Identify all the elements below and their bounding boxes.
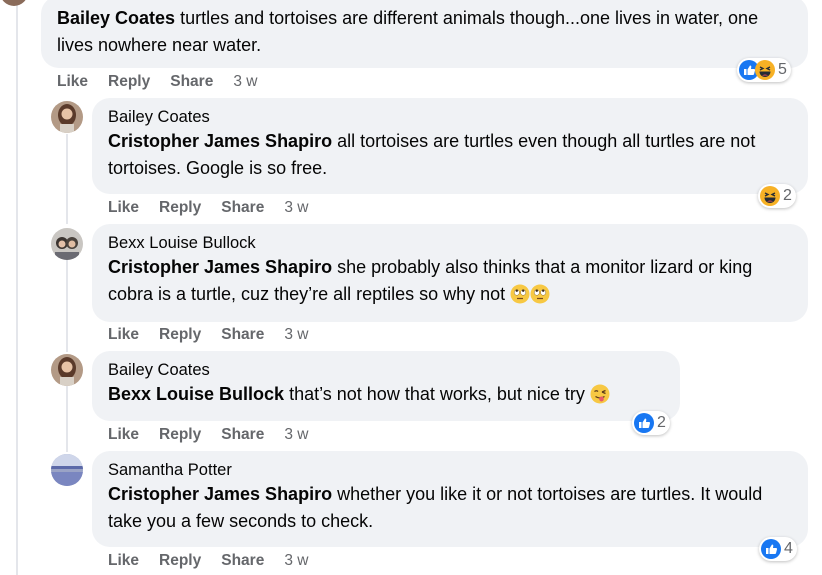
like-button[interactable]: Like bbox=[57, 73, 88, 91]
reaction-summary[interactable]: 4 bbox=[759, 537, 797, 561]
reaction-summary[interactable]: 2 bbox=[632, 411, 670, 435]
comment-timestamp[interactable]: 3 w bbox=[284, 326, 308, 344]
comment-actions: Like Reply Share 3 w bbox=[108, 426, 308, 444]
avatar[interactable] bbox=[51, 228, 83, 260]
comment-text: Bexx Louise Bullock that’s not how that … bbox=[108, 381, 668, 408]
mention-link[interactable]: Cristopher James Shapiro bbox=[108, 131, 332, 151]
reaction-count: 2 bbox=[783, 187, 792, 204]
comment-actions: Like Reply Share 3 w bbox=[108, 199, 308, 217]
haha-icon bbox=[760, 186, 780, 206]
comment-author[interactable]: Bailey Coates bbox=[108, 359, 668, 381]
comment-author[interactable]: Bailey Coates bbox=[57, 8, 175, 28]
comment-bubble: Bailey Coates turtles and tortoises are … bbox=[41, 0, 808, 68]
reply-button[interactable]: Reply bbox=[159, 199, 201, 217]
reaction-summary[interactable]: 5 bbox=[737, 58, 791, 82]
winking-tongue-emoji bbox=[590, 384, 610, 404]
comment-text: Bailey Coates turtles and tortoises are … bbox=[57, 5, 796, 59]
like-button[interactable]: Like bbox=[108, 552, 139, 570]
reply-button[interactable]: Reply bbox=[159, 552, 201, 570]
comment-bubble: Bailey Coates Cristopher James Shapiro a… bbox=[92, 98, 808, 194]
share-button[interactable]: Share bbox=[221, 552, 264, 570]
avatar[interactable] bbox=[51, 354, 83, 386]
comment-author[interactable]: Samantha Potter bbox=[108, 459, 796, 481]
thread-line-reply bbox=[66, 386, 68, 452]
reaction-summary[interactable]: 2 bbox=[758, 184, 796, 208]
like-icon bbox=[634, 413, 654, 433]
like-button[interactable]: Like bbox=[108, 426, 139, 444]
comment-timestamp[interactable]: 3 w bbox=[284, 552, 308, 570]
rolling-eyes-emoji bbox=[510, 284, 530, 304]
thread-line bbox=[16, 0, 18, 575]
comment-actions: Like Reply Share 3 w bbox=[108, 326, 308, 344]
like-button[interactable]: Like bbox=[108, 199, 139, 217]
thread-line-reply bbox=[66, 134, 68, 224]
rolling-eyes-emoji bbox=[530, 284, 550, 304]
reaction-count: 5 bbox=[778, 61, 787, 78]
share-button[interactable]: Share bbox=[221, 199, 264, 217]
reply-button[interactable]: Reply bbox=[159, 426, 201, 444]
thread-line-reply bbox=[66, 260, 68, 352]
mention-link[interactable]: Cristopher James Shapiro bbox=[108, 484, 332, 504]
mention-link[interactable]: Cristopher James Shapiro bbox=[108, 257, 332, 277]
avatar[interactable] bbox=[0, 0, 28, 6]
comment-bubble: Samantha Potter Cristopher James Shapiro… bbox=[92, 451, 808, 547]
reply-button[interactable]: Reply bbox=[159, 326, 201, 344]
comment-bubble: Bailey Coates Bexx Louise Bullock that’s… bbox=[92, 351, 680, 421]
reaction-count: 4 bbox=[784, 540, 793, 557]
comment-actions: Like Reply Share 3 w bbox=[108, 552, 308, 570]
comment-text: Cristopher James Shapiro she probably al… bbox=[108, 254, 796, 308]
share-button[interactable]: Share bbox=[170, 73, 213, 91]
comment-author[interactable]: Bailey Coates bbox=[108, 106, 796, 128]
avatar[interactable] bbox=[51, 101, 83, 133]
comment-author[interactable]: Bexx Louise Bullock bbox=[108, 232, 796, 254]
comment-timestamp[interactable]: 3 w bbox=[233, 73, 257, 91]
comment-text: Cristopher James Shapiro whether you lik… bbox=[108, 481, 796, 535]
avatar[interactable] bbox=[51, 454, 83, 486]
comment-actions: Like Reply Share 3 w bbox=[57, 73, 257, 91]
reaction-count: 2 bbox=[657, 414, 666, 431]
like-icon bbox=[761, 539, 781, 559]
share-button[interactable]: Share bbox=[221, 326, 264, 344]
comment-body: that’s not how that works, but nice try bbox=[289, 384, 585, 404]
reply-button[interactable]: Reply bbox=[108, 73, 150, 91]
comment-timestamp[interactable]: 3 w bbox=[284, 199, 308, 217]
share-button[interactable]: Share bbox=[221, 426, 264, 444]
mention-link[interactable]: Bexx Louise Bullock bbox=[108, 384, 284, 404]
comment-bubble: Bexx Louise Bullock Cristopher James Sha… bbox=[92, 224, 808, 322]
comment-text: Cristopher James Shapiro all tortoises a… bbox=[108, 128, 796, 182]
comment-timestamp[interactable]: 3 w bbox=[284, 426, 308, 444]
like-button[interactable]: Like bbox=[108, 326, 139, 344]
haha-icon bbox=[755, 60, 775, 80]
